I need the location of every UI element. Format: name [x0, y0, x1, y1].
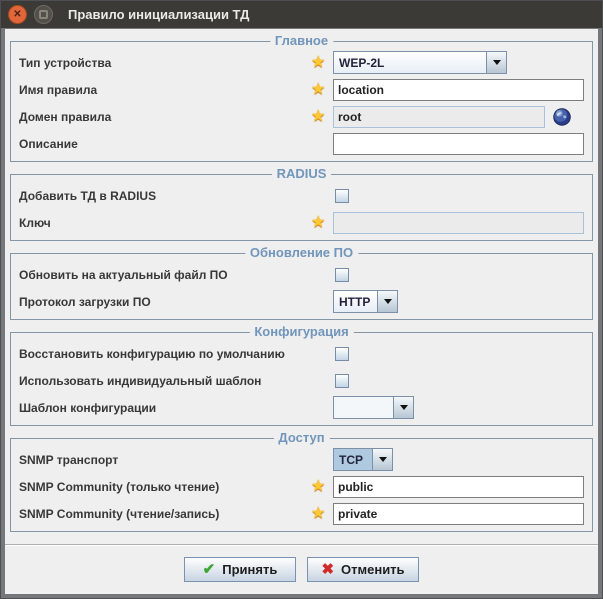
- accept-button[interactable]: ✔ Принять: [184, 557, 296, 582]
- check-icon: ✔: [202, 561, 216, 578]
- required-star-icon: ★: [311, 107, 326, 125]
- group-main: Главное Тип устройства ★ WEP-2L Имя прав…: [10, 33, 593, 162]
- close-button[interactable]: ✕: [8, 5, 27, 24]
- firmware-update-checkbox[interactable]: [335, 267, 349, 282]
- snmp-rw-label: SNMP Community (чтение/запись): [19, 506, 220, 521]
- snmp-rw-row: SNMP Community (чтение/запись) ★: [19, 500, 584, 527]
- add-ap-row: Добавить ТД в RADIUS: [19, 182, 584, 209]
- cancel-button-label: Отменить: [341, 562, 405, 577]
- group-firmware: Обновление ПО Обновить на актуальный фай…: [10, 245, 593, 320]
- device-type-select[interactable]: WEP-2L: [333, 51, 507, 74]
- window-title: Правило инициализации ТД: [68, 7, 250, 22]
- device-type-label: Тип устройства: [19, 55, 112, 70]
- config-template-value: [334, 397, 393, 418]
- close-icon: ✕: [13, 8, 22, 20]
- firmware-protocol-select[interactable]: HTTP: [333, 290, 398, 313]
- group-configuration: Конфигурация Восстановить конфигурацию п…: [10, 324, 593, 426]
- required-star-icon: ★: [311, 213, 326, 231]
- device-type-dropdown-button[interactable]: [486, 52, 506, 73]
- maximize-button[interactable]: [34, 5, 53, 24]
- snmp-ro-row: SNMP Community (только чтение) ★: [19, 473, 584, 500]
- snmp-transport-select[interactable]: TCP: [333, 448, 393, 471]
- snmp-transport-row: SNMP транспорт TCP: [19, 446, 584, 473]
- firmware-protocol-dropdown-button[interactable]: [377, 291, 397, 312]
- group-radius-title: RADIUS: [271, 166, 332, 181]
- description-input[interactable]: [333, 132, 584, 155]
- chevron-down-icon: [399, 405, 408, 410]
- radius-key-label: Ключ: [19, 215, 51, 230]
- required-star-icon: ★: [311, 53, 326, 71]
- use-template-checkbox[interactable]: [335, 373, 349, 388]
- config-template-row: Шаблон конфигурации: [19, 394, 584, 421]
- chevron-down-icon: [492, 60, 501, 65]
- button-panel: ✔ Принять ✖ Отменить: [5, 544, 598, 594]
- group-firmware-title: Обновление ПО: [244, 245, 359, 260]
- device-type-row: Тип устройства ★ WEP-2L: [19, 49, 584, 76]
- group-radius: RADIUS Добавить ТД в RADIUS Ключ ★: [10, 166, 593, 241]
- use-template-row: Использовать индивидуальный шаблон: [19, 367, 584, 394]
- radius-key-input[interactable]: [333, 211, 584, 234]
- chevron-down-icon: [378, 457, 387, 462]
- dialog-content: Главное Тип устройства ★ WEP-2L Имя прав…: [5, 29, 598, 594]
- required-star-icon: ★: [311, 80, 326, 98]
- rule-domain-label: Домен правила: [19, 109, 112, 124]
- group-access-title: Доступ: [273, 430, 330, 445]
- group-access: Доступ SNMP транспорт TCP SNMP Community…: [10, 430, 593, 532]
- rule-domain-input[interactable]: [333, 105, 545, 128]
- firmware-protocol-value: HTTP: [339, 294, 371, 309]
- description-row: Описание: [19, 130, 584, 157]
- titlebar: ✕ Правило инициализации ТД: [1, 1, 602, 28]
- maximize-icon: [39, 10, 48, 19]
- required-star-icon: ★: [311, 504, 326, 522]
- firmware-update-label: Обновить на актуальный файл ПО: [19, 267, 228, 282]
- group-configuration-title: Конфигурация: [249, 324, 354, 339]
- dialog-window: ✕ Правило инициализации ТД Главное Тип у…: [0, 0, 603, 599]
- add-ap-checkbox[interactable]: [335, 188, 349, 203]
- rule-name-row: Имя правила ★: [19, 76, 584, 103]
- config-template-select[interactable]: [333, 396, 414, 419]
- rule-name-input[interactable]: [333, 78, 584, 101]
- chevron-down-icon: [383, 299, 392, 304]
- snmp-transport-value: TCP: [334, 449, 372, 470]
- group-main-title: Главное: [269, 33, 334, 48]
- accept-button-label: Принять: [222, 562, 278, 577]
- domain-select-button[interactable]: [553, 107, 571, 126]
- restore-config-checkbox[interactable]: [335, 346, 349, 361]
- required-star-icon: ★: [311, 477, 326, 495]
- firmware-protocol-label: Протокол загрузки ПО: [19, 294, 151, 309]
- snmp-transport-dropdown-button[interactable]: [372, 449, 392, 470]
- firmware-update-row: Обновить на актуальный файл ПО: [19, 261, 584, 288]
- restore-config-row: Восстановить конфигурацию по умолчанию: [19, 340, 584, 367]
- snmp-transport-label: SNMP транспорт: [19, 452, 119, 467]
- config-template-dropdown-button[interactable]: [393, 397, 413, 418]
- use-template-label: Использовать индивидуальный шаблон: [19, 373, 262, 388]
- restore-config-label: Восстановить конфигурацию по умолчанию: [19, 346, 285, 361]
- device-type-value: WEP-2L: [339, 55, 385, 70]
- globe-icon: [553, 107, 571, 126]
- config-template-label: Шаблон конфигурации: [19, 400, 157, 415]
- rule-name-label: Имя правила: [19, 82, 98, 97]
- radius-key-row: Ключ ★: [19, 209, 584, 236]
- cross-icon: ✖: [321, 561, 335, 578]
- snmp-ro-label: SNMP Community (только чтение): [19, 479, 220, 494]
- cancel-button[interactable]: ✖ Отменить: [307, 557, 419, 582]
- snmp-ro-input[interactable]: [333, 475, 584, 498]
- rule-domain-row: Домен правила ★: [19, 103, 584, 130]
- snmp-rw-input[interactable]: [333, 502, 584, 525]
- add-ap-label: Добавить ТД в RADIUS: [19, 188, 157, 203]
- description-label: Описание: [19, 136, 78, 151]
- firmware-protocol-row: Протокол загрузки ПО HTTP: [19, 288, 584, 315]
